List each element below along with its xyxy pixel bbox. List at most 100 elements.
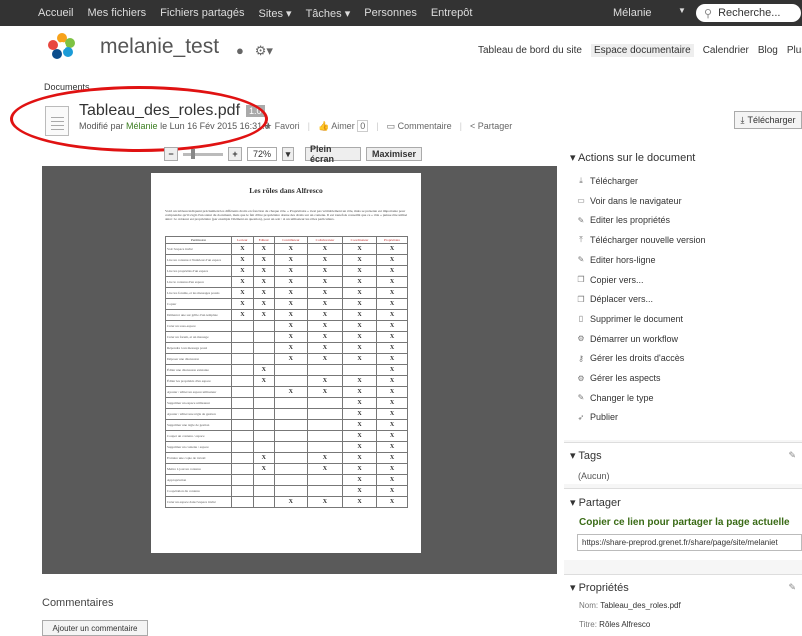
action-publish[interactable]: ➶ Publier — [577, 412, 618, 422]
table-cell-mark: X — [342, 485, 378, 497]
table-cell-mark: X — [376, 353, 408, 365]
table-cell-mark: X — [306, 243, 344, 255]
table-row: Supprimer un contenu / espace X X — [165, 441, 408, 453]
alfresco-logo-icon[interactable] — [48, 32, 76, 60]
action-delete[interactable]: ▯ Supprimer le document — [577, 314, 683, 324]
action-aspects[interactable]: ⚙ Gérer les aspects — [577, 373, 660, 383]
top-nav-sites[interactable]: Sites ▾ — [259, 7, 292, 20]
download-button[interactable]: ⤓ Télécharger — [734, 111, 802, 129]
table-cell-mark: X — [376, 496, 408, 508]
gear-icon[interactable]: ⚙▾ — [255, 43, 273, 58]
top-nav-accueil[interactable]: Accueil — [38, 7, 73, 19]
table-cell-mark — [231, 342, 254, 354]
table-cell-permission: Créer un espace dans l'espace invité — [165, 496, 232, 508]
zoom-slider-handle[interactable] — [191, 148, 195, 159]
table-cell-mark: X — [342, 419, 378, 431]
table-row: Ajouter / éditer une règle de gestion X X — [165, 408, 408, 420]
table-cell-mark — [273, 441, 308, 453]
pencil-icon[interactable]: ✎ — [788, 582, 796, 593]
table-cell-mark — [252, 441, 275, 453]
pencil-icon: ✎ — [577, 393, 585, 403]
property-value: Tableau_des_roles.pdf — [600, 601, 681, 610]
table-cell-permission: Mettre à jour un contenu — [165, 463, 232, 475]
chevron-down-icon[interactable]: ▼ — [678, 6, 686, 15]
table-cell-mark: X — [376, 309, 408, 321]
table-cell-mark — [342, 364, 378, 376]
table-cell-mark — [252, 485, 275, 497]
top-nav-personnes[interactable]: Personnes — [364, 7, 417, 19]
top-nav-entrepot[interactable]: Entrepôt — [431, 7, 473, 19]
table-cell-mark — [231, 320, 254, 332]
user-menu[interactable]: Mélanie — [613, 7, 652, 19]
favorite-label: Favori — [274, 121, 300, 131]
table-row: Éditer les propriétés d'un espace X X X X — [165, 375, 408, 387]
action-move[interactable]: ❐ Déplacer vers... — [577, 294, 653, 304]
move-icon: ❐ — [577, 294, 585, 304]
site-nav-calendar[interactable]: Calendrier — [703, 45, 749, 57]
search-placeholder: Recherche... — [718, 7, 781, 19]
share-url-field[interactable]: https://share-preprod.grenet.fr/share/pa… — [577, 534, 802, 551]
action-download[interactable]: ⤓ Télécharger — [577, 176, 638, 186]
like-button[interactable]: 👍 Aimer 0 — [318, 120, 369, 132]
table-cell-mark: X — [306, 375, 344, 387]
divider: | — [307, 121, 310, 131]
action-label: Déplacer vers... — [590, 294, 654, 305]
action-label: Gérer les droits d'accès — [590, 353, 685, 364]
table-cell-mark: X — [306, 496, 344, 508]
action-pencil[interactable]: ✎ Editer hors-ligne — [577, 255, 656, 265]
pdf-intro-text: Voici un tableau indiquant précisément l… — [165, 209, 408, 221]
table-cell-mark: X — [273, 276, 308, 288]
top-nav-mes-fichiers[interactable]: Mes fichiers — [87, 7, 146, 19]
site-nav-more[interactable]: Plus ▾ — [787, 45, 802, 57]
tags-panel-title[interactable]: ▾ Tags — [570, 449, 602, 462]
site-nav-dashboard[interactable]: Tableau de bord du site — [478, 45, 582, 57]
table-cell-mark — [252, 331, 275, 343]
site-nav-blog[interactable]: Blog — [758, 45, 778, 57]
table-cell-permission: Déposer une discussion — [165, 353, 232, 365]
table-cell-permission: Créer un forum, et un message — [165, 331, 232, 343]
action-workflow[interactable]: ⚙ Démarrer un workflow — [577, 334, 678, 344]
action-copy[interactable]: ❐ Copier vers... — [577, 275, 643, 285]
action-key[interactable]: ⚷ Gérer les droits d'accès — [577, 353, 684, 363]
search-input[interactable]: ⚲ Recherche... — [696, 4, 801, 22]
action-browser-view[interactable]: ▭ Voir dans le navigateur — [577, 196, 681, 206]
comment-button[interactable]: ▭ Commentaire — [387, 121, 452, 132]
action-label: Editer les propriétés — [590, 215, 671, 226]
favorite-button[interactable]: ★ Favori — [264, 121, 300, 132]
zoom-out-button[interactable]: − — [164, 147, 178, 161]
table-cell-mark: X — [342, 276, 378, 288]
table-cell-mark — [273, 430, 308, 442]
pencil-icon[interactable]: ✎ — [788, 450, 796, 461]
site-nav: Tableau de bord du site Espace documenta… — [478, 44, 802, 57]
zoom-level[interactable]: 72% — [247, 147, 277, 161]
table-cell-permission: Supprimer un espace utilisateur — [165, 397, 232, 409]
action-pencil[interactable]: ✎ Changer le type — [577, 393, 654, 403]
table-cell-mark: X — [273, 243, 308, 255]
zoom-dropdown-icon[interactable]: ▾ — [282, 147, 294, 161]
actions-panel-title[interactable]: ▾ Actions sur le document — [570, 151, 695, 164]
share-button[interactable]: < Partager — [470, 121, 512, 132]
fullscreen-button[interactable]: Plein écran — [305, 144, 361, 164]
action-edit-properties[interactable]: ✎ Editer les propriétés — [577, 215, 670, 225]
site-nav-document-library[interactable]: Espace documentaire — [590, 44, 694, 57]
share-panel-title[interactable]: ▾ Partager — [570, 496, 621, 509]
add-comment-button[interactable]: Ajouter un commentaire — [42, 620, 148, 636]
zoom-in-button[interactable]: + — [228, 147, 242, 161]
action-upload[interactable]: ⤒ Télécharger nouvelle version — [577, 235, 705, 245]
zoom-slider[interactable] — [183, 148, 223, 159]
properties-panel-title[interactable]: ▾ Propriétés — [570, 581, 629, 594]
action-label: Editer hors-ligne — [590, 254, 656, 265]
table-cell-mark: X — [306, 342, 344, 354]
top-nav-fichiers-partages[interactable]: Fichiers partagés — [160, 7, 244, 19]
property-label: Titre: — [579, 620, 597, 629]
table-cell-mark: X — [376, 408, 408, 420]
table-cell-mark — [273, 408, 308, 420]
user-icon[interactable]: ● — [236, 43, 244, 58]
table-cell-mark — [252, 342, 275, 354]
top-nav-taches[interactable]: Tâches ▾ — [306, 7, 351, 20]
table-cell-mark: X — [252, 309, 275, 321]
table-cell-permission: Supprimer une règle de gestion — [165, 419, 232, 431]
delete-icon: ▯ — [578, 314, 584, 324]
maximize-button[interactable]: Maximiser — [366, 147, 422, 161]
table-cell-mark — [252, 353, 275, 365]
